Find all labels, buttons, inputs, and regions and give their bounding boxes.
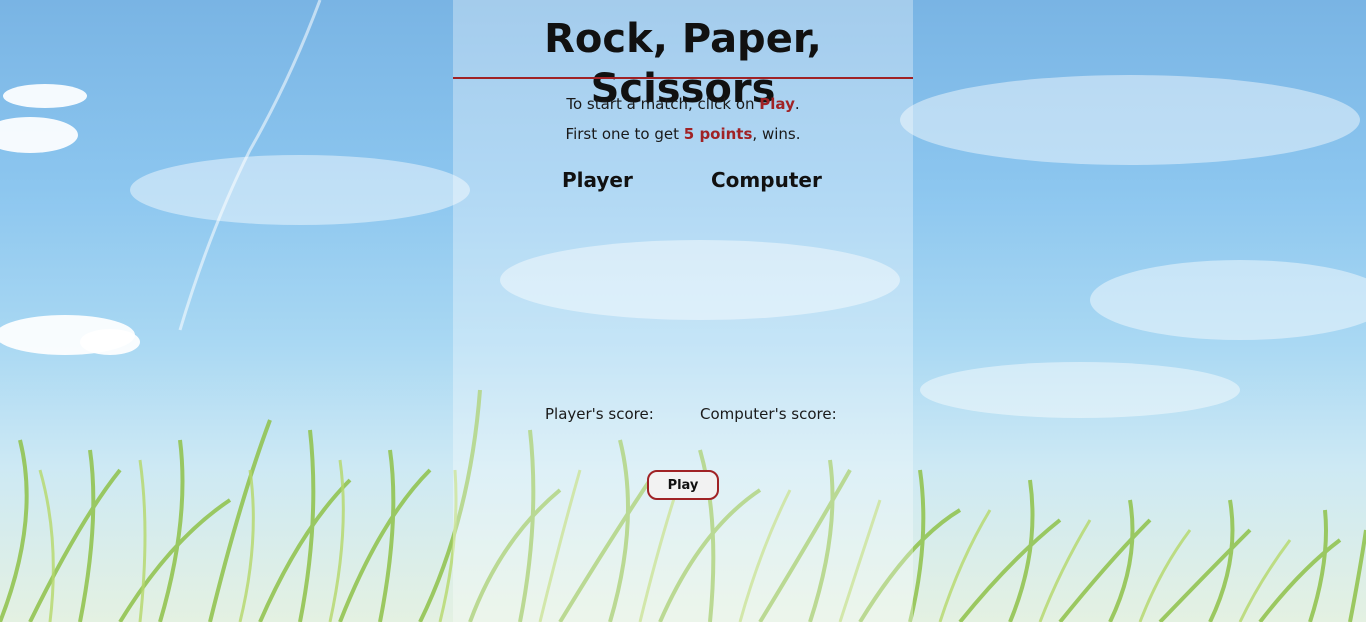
game-panel: Rock, Paper, Scissors To start a match, … bbox=[453, 0, 913, 622]
intro-line-rules: First one to get 5 points, wins. bbox=[453, 125, 913, 143]
play-button[interactable]: Play bbox=[647, 470, 719, 500]
computer-heading: Computer bbox=[711, 168, 822, 192]
intro-start-text: To start a match, click on bbox=[566, 95, 760, 113]
title-divider bbox=[453, 77, 913, 79]
intro-line-start: To start a match, click on Play. bbox=[453, 95, 913, 113]
intro-points-highlight: 5 points bbox=[683, 125, 753, 143]
intro-play-highlight: Play bbox=[759, 95, 795, 113]
intro-start-end: . bbox=[794, 95, 800, 113]
intro-rules-text: First one to get bbox=[565, 125, 684, 143]
intro-rules-end: , wins. bbox=[752, 125, 801, 143]
computer-score-label: Computer's score: bbox=[700, 405, 837, 423]
player-score-label: Player's score: bbox=[545, 405, 654, 423]
player-heading: Player bbox=[562, 168, 633, 192]
